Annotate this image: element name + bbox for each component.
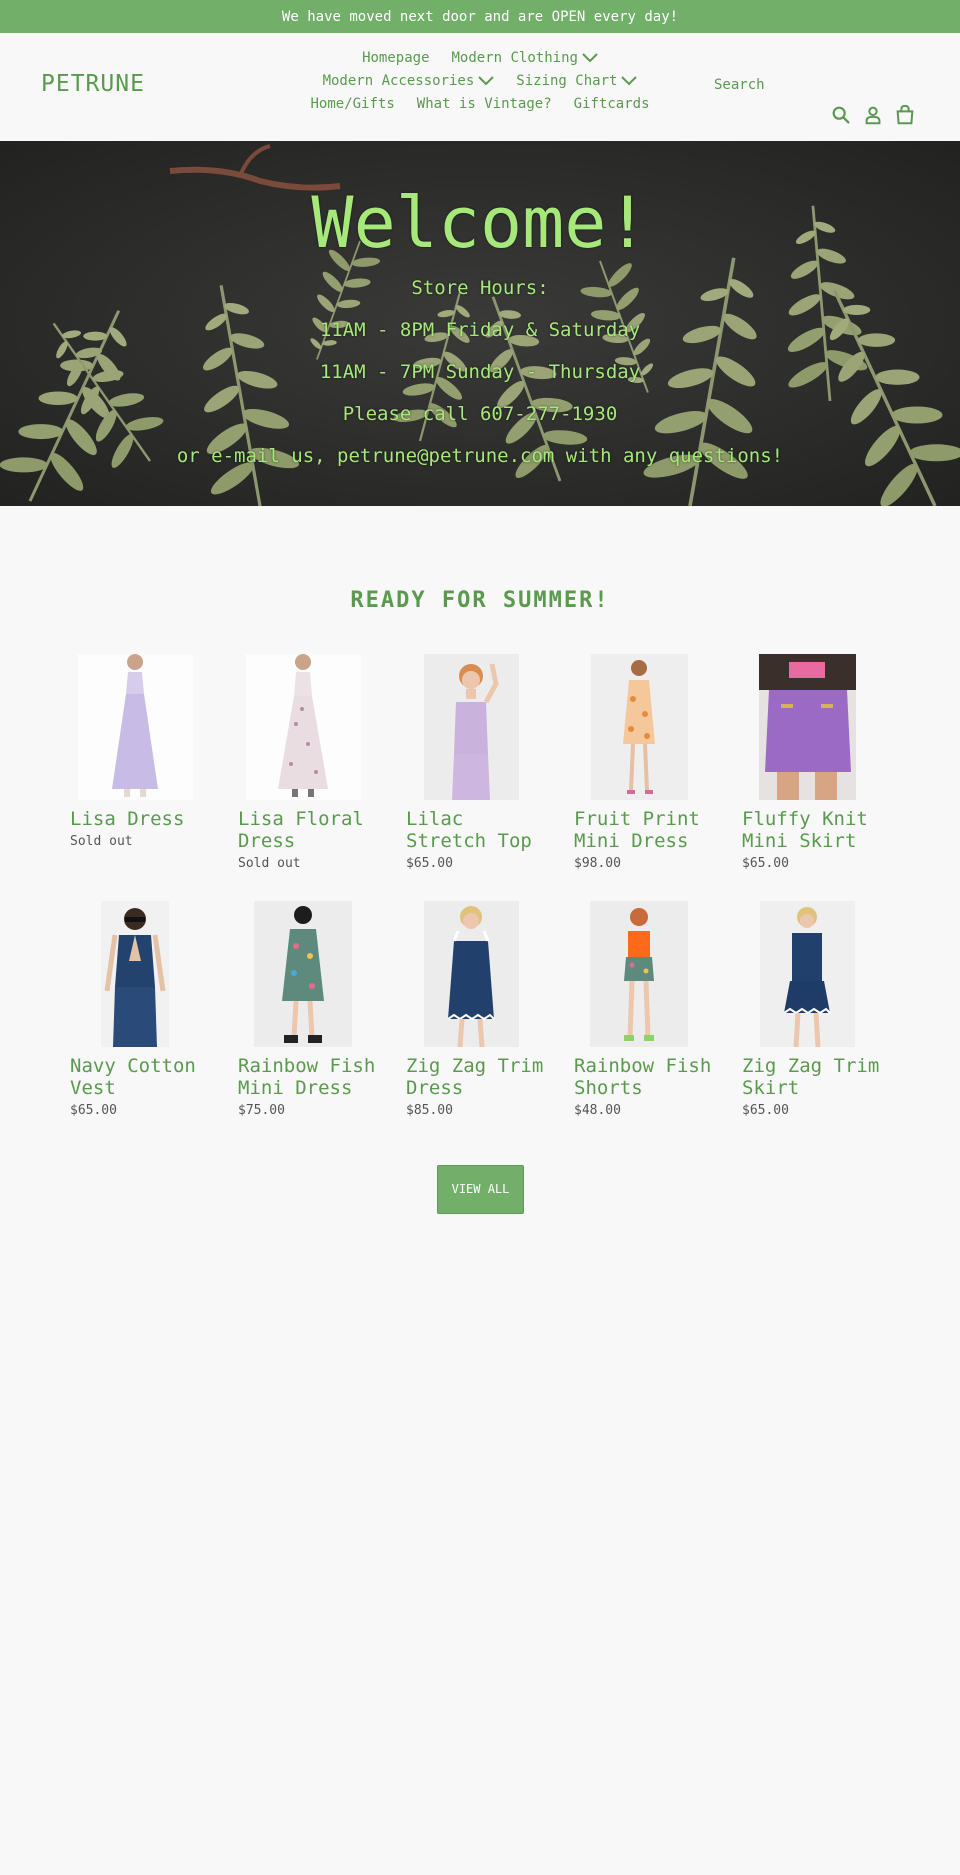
header-icons bbox=[830, 104, 916, 126]
store-hours-heading: Store Hours: bbox=[411, 277, 549, 299]
product-image bbox=[590, 654, 688, 800]
nav-item-homepage[interactable]: Homepage bbox=[362, 50, 429, 66]
product-card[interactable]: Lisa Floral Dress Sold out bbox=[238, 654, 406, 882]
nav-label: Sizing Chart bbox=[516, 73, 618, 89]
phone-line: Please call 607-277-1930 bbox=[342, 403, 618, 425]
collection-title: READY FOR SUMMER! bbox=[350, 588, 610, 613]
product-card[interactable]: Rainbow Fish Mini Dress $75.00 bbox=[238, 901, 406, 1129]
product-image bbox=[101, 901, 169, 1047]
search-button[interactable] bbox=[830, 104, 852, 126]
chevron-down-icon bbox=[478, 76, 494, 86]
product-image bbox=[423, 901, 519, 1047]
announcement-text: We have moved next door and are OPEN eve… bbox=[281, 8, 679, 25]
main-nav: Homepage Modern Clothing Modern Accessor… bbox=[270, 50, 690, 112]
product-name: Navy Cotton Vest bbox=[70, 1055, 196, 1099]
account-button[interactable] bbox=[862, 104, 884, 126]
view-all-button[interactable]: VIEW ALL bbox=[437, 1165, 524, 1214]
hours-weekday: 11AM - 7PM Sunday - Thursday bbox=[319, 361, 641, 383]
nav-label: Giftcards bbox=[573, 96, 650, 112]
hero-banner: Welcome! Store Hours: 11AM - 8PM Friday … bbox=[0, 141, 960, 506]
nav-item-what-is-vintage[interactable]: What is Vintage? bbox=[417, 96, 552, 112]
nav-item-sizing-chart[interactable]: Sizing Chart bbox=[516, 73, 638, 89]
chevron-down-icon bbox=[621, 76, 638, 86]
site-logo[interactable]: PETRUNE bbox=[41, 71, 145, 97]
product-card[interactable]: Lisa Dress Sold out bbox=[70, 654, 238, 882]
email-line: or e-mail us, petrune@petrune.com with a… bbox=[176, 445, 784, 467]
product-card[interactable]: Fruit Print Mini Dress $98.00 bbox=[574, 654, 742, 882]
hero-title: Welcome! bbox=[311, 182, 649, 264]
product-card[interactable]: Zig Zag Trim Dress $85.00 bbox=[406, 901, 574, 1129]
product-name: Lilac Stretch Top bbox=[406, 808, 532, 852]
product-image bbox=[77, 654, 193, 800]
product-name: Zig Zag Trim Dress bbox=[406, 1055, 544, 1099]
account-icon bbox=[865, 106, 881, 125]
product-price: $65.00 bbox=[742, 856, 789, 871]
nav-label: Home/Gifts bbox=[310, 96, 395, 112]
nav-label: Modern Clothing bbox=[451, 50, 578, 66]
nav-item-modern-accessories[interactable]: Modern Accessories bbox=[323, 73, 495, 89]
product-image bbox=[423, 654, 519, 800]
product-name: Zig Zag Trim Skirt bbox=[742, 1055, 880, 1099]
product-grid: Lisa Dress Sold out Lisa Floral Dress So… bbox=[70, 654, 910, 1129]
product-image bbox=[590, 901, 688, 1047]
hero-content: Welcome! Store Hours: 11AM - 8PM Friday … bbox=[0, 141, 960, 506]
cart-button[interactable] bbox=[894, 104, 916, 126]
nav-item-home-gifts[interactable]: Home/Gifts bbox=[310, 96, 394, 112]
nav-label: Modern Accessories bbox=[322, 73, 475, 89]
product-image bbox=[759, 901, 855, 1047]
product-card[interactable]: Fluffy Knit Mini Skirt $65.00 bbox=[742, 654, 910, 882]
product-price: $65.00 bbox=[70, 1103, 117, 1118]
announcement-bar: We have moved next door and are OPEN eve… bbox=[0, 0, 960, 33]
product-price: $98.00 bbox=[574, 856, 621, 871]
search-icon bbox=[832, 106, 850, 124]
nav-label: Homepage bbox=[362, 50, 430, 66]
site-header: PETRUNE Homepage Modern Clothing Modern … bbox=[0, 33, 960, 141]
product-image bbox=[245, 654, 361, 800]
product-name: Lisa Dress bbox=[70, 808, 185, 830]
nav-label: What is Vintage? bbox=[416, 96, 552, 112]
product-price: $85.00 bbox=[406, 1103, 453, 1118]
product-name: Fluffy Knit Mini Skirt bbox=[742, 808, 868, 852]
product-price: $65.00 bbox=[742, 1103, 789, 1118]
product-image bbox=[758, 654, 856, 800]
product-price: Sold out bbox=[238, 856, 301, 871]
product-card[interactable]: Rainbow Fish Shorts $48.00 bbox=[574, 901, 742, 1129]
product-price: $65.00 bbox=[406, 856, 453, 871]
product-card[interactable]: Lilac Stretch Top $65.00 bbox=[406, 654, 574, 882]
product-card[interactable]: Zig Zag Trim Skirt $65.00 bbox=[742, 901, 910, 1129]
product-price: Sold out bbox=[70, 834, 133, 849]
cart-icon bbox=[896, 104, 914, 125]
product-name: Fruit Print Mini Dress bbox=[574, 808, 700, 852]
product-name: Rainbow Fish Mini Dress bbox=[238, 1055, 376, 1099]
product-name: Lisa Floral Dress bbox=[238, 808, 364, 852]
nav-item-giftcards[interactable]: Giftcards bbox=[574, 96, 650, 112]
nav-item-modern-clothing[interactable]: Modern Clothing bbox=[452, 50, 598, 66]
product-image bbox=[254, 901, 352, 1047]
product-price: $75.00 bbox=[238, 1103, 285, 1118]
chevron-down-icon bbox=[582, 53, 598, 63]
hours-weekend: 11AM - 8PM Friday & Saturday bbox=[319, 319, 641, 341]
product-price: $48.00 bbox=[574, 1103, 621, 1118]
search-link[interactable]: Search bbox=[714, 77, 765, 93]
product-card[interactable]: Navy Cotton Vest $65.00 bbox=[70, 901, 238, 1129]
product-name: Rainbow Fish Shorts bbox=[574, 1055, 712, 1099]
